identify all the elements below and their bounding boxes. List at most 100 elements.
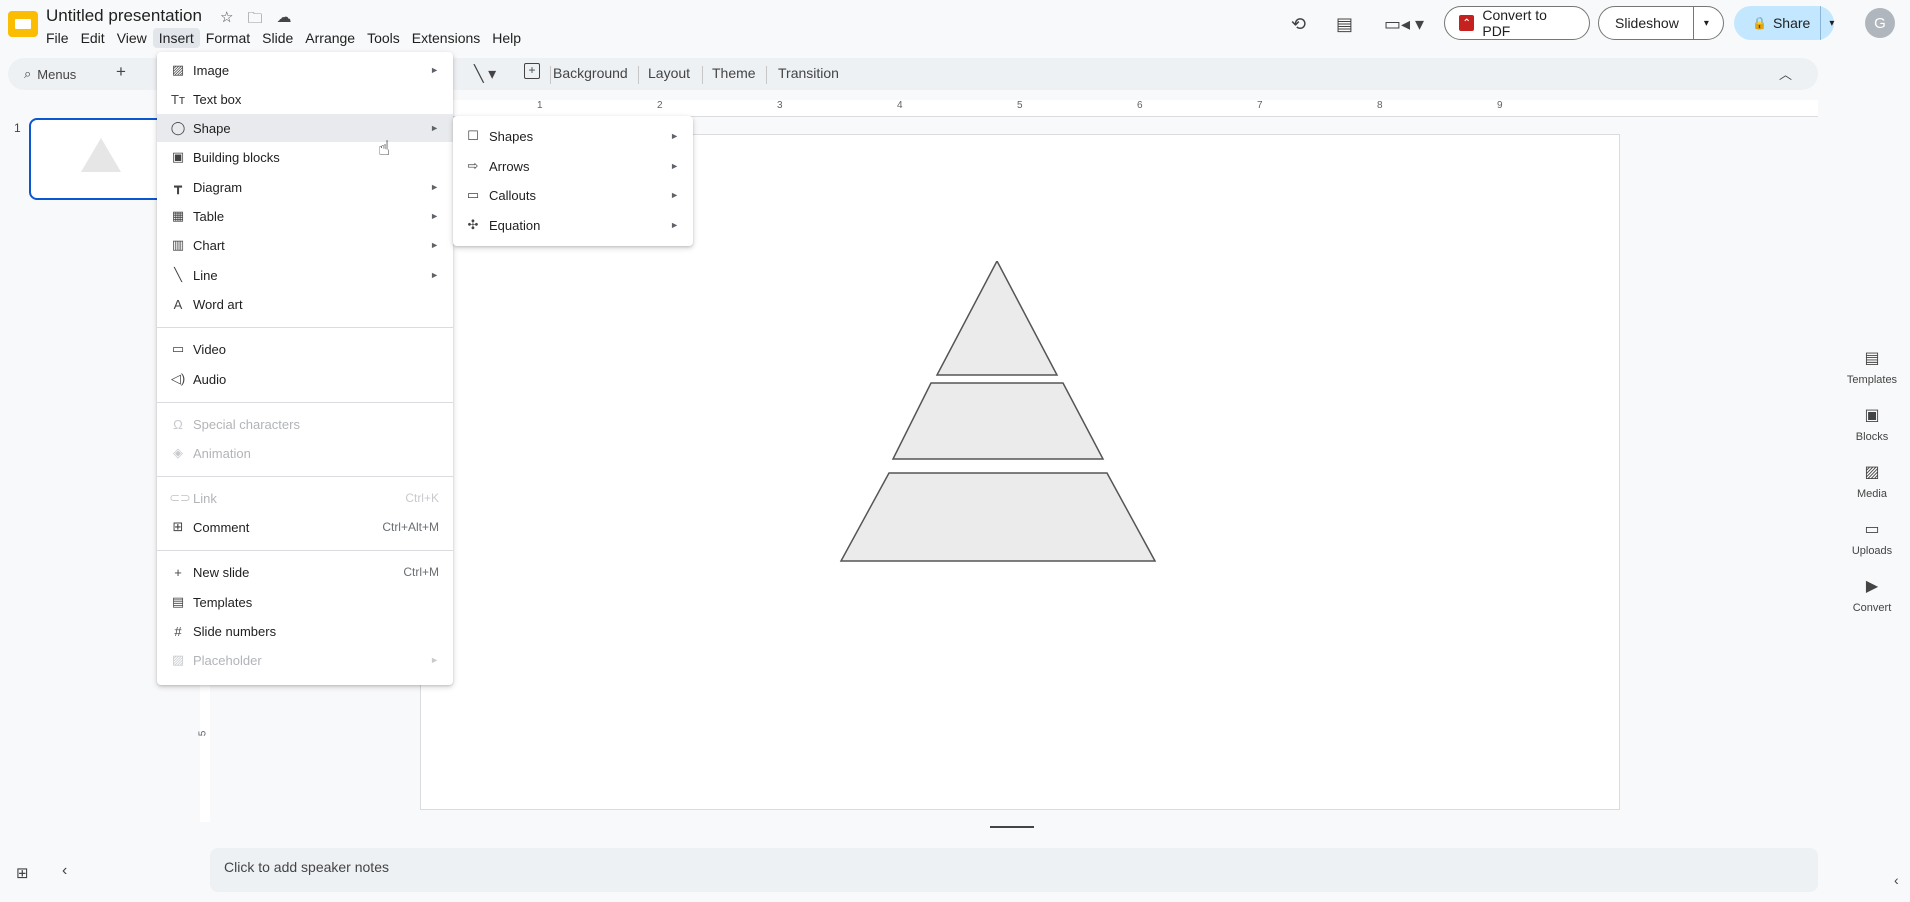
side-templates[interactable]: ▤ Templates [1840, 348, 1904, 386]
menu-item-chart[interactable]: ▥ Chart ► [157, 231, 453, 259]
horizontal-ruler: 1 2 3 4 5 6 7 8 9 [420, 100, 1818, 117]
ruler-mark: 6 [1137, 100, 1143, 111]
convert-to-pdf-button[interactable]: ⌃ Convert to PDF [1444, 6, 1590, 40]
new-slide-plus-icon[interactable]: + [116, 62, 126, 82]
share-button[interactable]: 🔒 Share [1734, 15, 1820, 31]
submenu-arrow-icon: ► [430, 240, 439, 250]
slideshow-button[interactable]: Slideshow [1599, 15, 1693, 31]
menu-extensions[interactable]: Extensions [406, 28, 486, 48]
menu-view[interactable]: View [111, 28, 153, 48]
menu-item-templates[interactable]: ▤ Templates [157, 588, 453, 616]
shape-submenu: ☐ Shapes ► ⇨ Arrows ► ▭ Callouts ► ✣ Equ… [453, 116, 693, 246]
word-art-icon: A [173, 296, 183, 312]
slideshow-dropdown-icon[interactable]: ▾ [1692, 6, 1719, 40]
menu-item-label: Chart [193, 237, 225, 253]
menu-item-shape[interactable]: ◯ Shape ► [157, 114, 453, 142]
menu-slide[interactable]: Slide [256, 28, 299, 48]
templates-icon: ▤ [1864, 350, 1880, 367]
animation-icon: ◈ [173, 445, 183, 460]
menu-tools[interactable]: Tools [361, 28, 406, 48]
pdf-icon: ⌃ [1459, 15, 1475, 31]
collapse-filmstrip-icon[interactable]: ‹ [62, 862, 67, 880]
side-templates-label: Templates [1846, 374, 1898, 386]
menu-insert[interactable]: Insert [152, 28, 200, 48]
document-title[interactable]: Untitled presentation [46, 6, 202, 26]
background-button[interactable]: Background [553, 65, 628, 81]
ruler-mark: 7 [1257, 100, 1263, 111]
menu-item-diagram[interactable]: ┳ Diagram ► [157, 173, 453, 201]
menu-arrange[interactable]: Arrange [299, 28, 361, 48]
transition-button[interactable]: Transition [778, 65, 839, 81]
menu-item-comment[interactable]: ⊞ Comment Ctrl+Alt+M [157, 513, 453, 541]
insert-comment-box-icon[interactable]: + [524, 63, 540, 79]
account-avatar[interactable]: G [1865, 8, 1895, 38]
submenu-arrow-icon: ► [670, 161, 679, 171]
collapse-toolbar-icon[interactable]: ︿ [1779, 64, 1792, 83]
shape-icon: ◯ [170, 120, 186, 135]
menu-item-table[interactable]: ▦ Table ► [157, 202, 453, 230]
menu-item-building-blocks[interactable]: ▣ Building blocks [157, 143, 453, 171]
lock-icon: 🔒 [1752, 16, 1767, 30]
menus-search[interactable]: ⌕ Menus [14, 62, 86, 86]
grid-view-icon[interactable]: ⊞ [16, 864, 29, 882]
submenu-item-equation[interactable]: ✣ Equation ► [453, 211, 693, 239]
menu-item-label: Slide numbers [193, 623, 277, 639]
toolbar-divider [550, 66, 551, 84]
speaker-notes[interactable]: Click to add speaker notes [210, 848, 1818, 892]
menu-item-label: New slide [193, 564, 250, 580]
pyramid-bottom-tier[interactable] [839, 472, 1157, 562]
menu-item-label: Text box [193, 91, 242, 107]
menu-item-slide-numbers[interactable]: # Slide numbers [157, 617, 453, 645]
submenu-item-arrows[interactable]: ⇨ Arrows ► [453, 152, 693, 180]
menu-item-label: Animation [193, 445, 251, 461]
menu-item-label: Audio [193, 371, 227, 387]
menu-item-label: Placeholder [193, 652, 262, 668]
side-convert[interactable]: ▶ Convert [1840, 576, 1904, 614]
pyramid-middle-tier[interactable] [891, 382, 1105, 460]
submenu-item-shapes[interactable]: ☐ Shapes ► [453, 122, 693, 150]
menu-item-animation: ◈ Animation [157, 439, 453, 467]
ruler-mark: 9 [1497, 100, 1503, 111]
expand-side-panel-icon[interactable]: ‹ [1894, 872, 1899, 888]
menu-item-label: Comment [193, 519, 250, 535]
version-history-icon[interactable]: ⟲ [1291, 14, 1306, 35]
side-blocks[interactable]: ▣ Blocks [1840, 405, 1904, 443]
slides-logo-icon[interactable] [8, 11, 38, 37]
share-dropdown-icon[interactable]: ▾ [1820, 6, 1842, 40]
theme-button[interactable]: Theme [712, 65, 756, 81]
notes-resize-handle[interactable] [990, 826, 1034, 828]
menu-item-new-slide[interactable]: + New slide Ctrl+M [157, 558, 453, 586]
slide-thumbnail[interactable] [29, 118, 169, 200]
submenu-item-callouts[interactable]: ▭ Callouts ► [453, 181, 693, 209]
layout-button[interactable]: Layout [648, 65, 690, 81]
side-media-label: Media [1857, 488, 1887, 500]
menu-file[interactable]: File [40, 28, 75, 48]
menu-item-text-box[interactable]: Tт Text box [157, 85, 453, 113]
menu-item-image[interactable]: ▨ Image ► [157, 56, 453, 84]
menu-item-label: Video [193, 341, 227, 357]
ruler-mark: 8 [1377, 100, 1383, 111]
menu-separator [157, 476, 453, 477]
side-media[interactable]: ▨ Media [1840, 462, 1904, 500]
menu-format[interactable]: Format [200, 28, 256, 48]
hash-icon: # [174, 623, 182, 639]
submenu-arrow-icon: ► [430, 270, 439, 280]
menu-edit[interactable]: Edit [75, 28, 111, 48]
submenu-arrow-icon: ► [430, 211, 439, 221]
menu-item-line[interactable]: ╲ Line ► [157, 261, 453, 289]
table-icon: ▦ [171, 208, 185, 223]
meet-video-icon[interactable]: ▭◂ ▾ [1384, 14, 1424, 35]
menu-item-audio[interactable]: ◁) Audio [157, 365, 453, 393]
plus-icon: + [174, 564, 182, 580]
text-box-icon: Tт [171, 91, 185, 107]
line-tool-icon[interactable]: ╲ ▾ [474, 64, 496, 84]
comments-icon[interactable]: ▤ [1336, 14, 1353, 35]
pyramid-top-tier[interactable] [935, 261, 1059, 376]
pyramid-diagram[interactable] [831, 261, 1161, 581]
side-uploads[interactable]: ▭ Uploads [1840, 519, 1904, 557]
menu-item-word-art[interactable]: A Word art [157, 290, 453, 318]
menu-help[interactable]: Help [486, 28, 527, 48]
menu-item-video[interactable]: ▭ Video [157, 335, 453, 363]
slideshow-button-group: Slideshow ▾ [1598, 6, 1724, 40]
menu-separator [157, 550, 453, 551]
